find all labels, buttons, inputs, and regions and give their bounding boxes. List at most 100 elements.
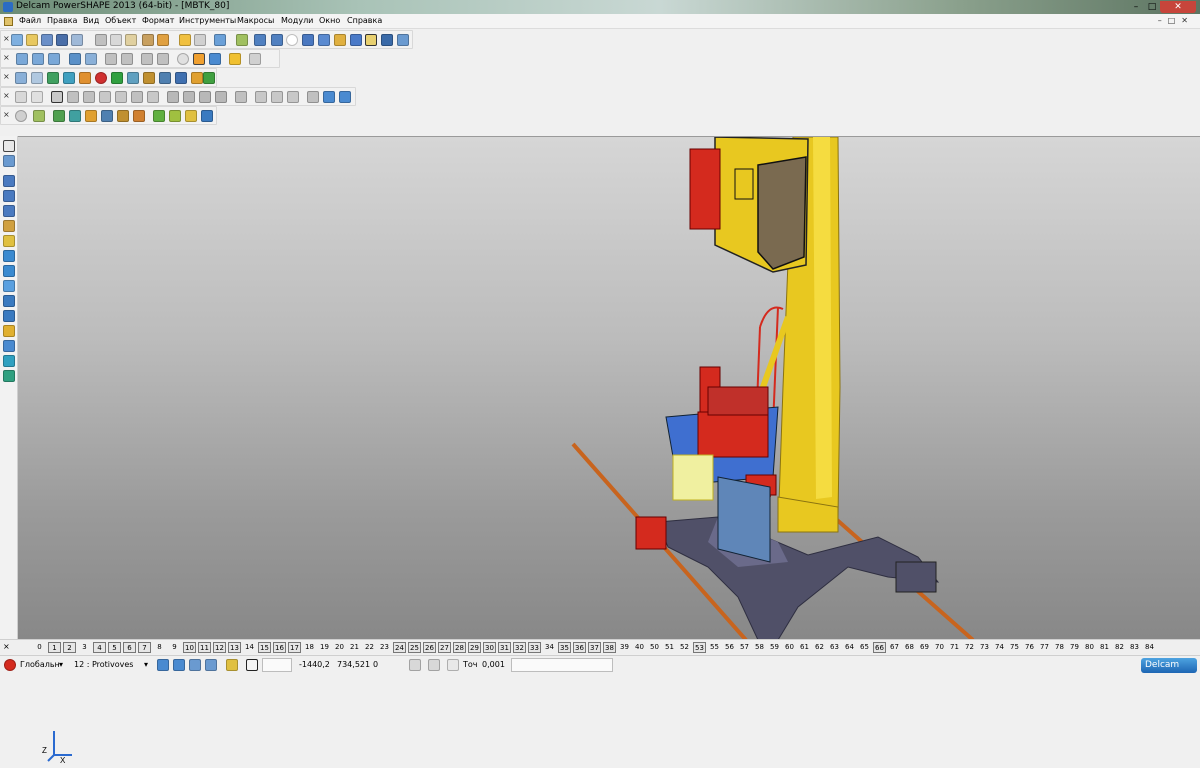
coord-y[interactable]: 734,521: [337, 660, 370, 669]
tolerance-icon[interactable]: [447, 659, 459, 671]
menu-object[interactable]: Объект: [105, 16, 136, 25]
level-3[interactable]: 3: [78, 642, 91, 653]
select-arrow-icon[interactable]: [3, 140, 15, 152]
coord-x[interactable]: -1440,2: [299, 660, 330, 669]
shade-icon[interactable]: [193, 53, 205, 65]
scale-object-icon[interactable]: [3, 220, 15, 232]
crane-model[interactable]: [18, 137, 1200, 640]
surface-network-icon[interactable]: [117, 110, 129, 122]
rotate-icon[interactable]: [177, 53, 189, 65]
extrude-icon[interactable]: [143, 72, 155, 84]
level-72[interactable]: 72: [963, 642, 976, 653]
save-icon[interactable]: [56, 34, 68, 46]
rotate-object-icon[interactable]: [3, 205, 15, 217]
level-68[interactable]: 68: [903, 642, 916, 653]
split-object-icon[interactable]: [3, 310, 15, 322]
level-56[interactable]: 56: [723, 642, 736, 653]
toolbar-grip[interactable]: ×: [3, 91, 10, 100]
level-50[interactable]: 50: [648, 642, 661, 653]
level-53[interactable]: 53: [693, 642, 706, 653]
solid-sphere-icon[interactable]: [115, 91, 127, 103]
pattern-icon[interactable]: [287, 91, 299, 103]
calculator-icon[interactable]: [428, 659, 440, 671]
select-solid-icon[interactable]: [189, 659, 201, 671]
grid-icon[interactable]: [246, 659, 258, 671]
sphere-icon[interactable]: [95, 72, 107, 84]
level-23[interactable]: 23: [378, 642, 391, 653]
solid-cone-icon[interactable]: [99, 91, 111, 103]
arc-icon[interactable]: [271, 34, 283, 46]
level-22[interactable]: 22: [363, 642, 376, 653]
level-6[interactable]: 6: [123, 642, 136, 653]
cut-icon[interactable]: [95, 34, 107, 46]
level-15[interactable]: 15: [258, 642, 271, 653]
limit-object-icon[interactable]: [3, 295, 15, 307]
menu-file[interactable]: Файл: [19, 16, 41, 25]
level-14[interactable]: 14: [243, 642, 256, 653]
close-button[interactable]: ✕: [1160, 1, 1196, 13]
coord-z[interactable]: 0: [373, 660, 378, 669]
view-front-icon[interactable]: [32, 53, 44, 65]
surface-fillet-icon[interactable]: [185, 110, 197, 122]
shell-icon[interactable]: [235, 91, 247, 103]
wireframe-icon[interactable]: [209, 53, 221, 65]
level-36[interactable]: 36: [573, 642, 586, 653]
level-29[interactable]: 29: [468, 642, 481, 653]
level-78[interactable]: 78: [1053, 642, 1066, 653]
level-37[interactable]: 37: [588, 642, 601, 653]
redo-icon[interactable]: [194, 34, 206, 46]
minimize-button[interactable]: –: [1128, 1, 1144, 13]
level-27[interactable]: 27: [438, 642, 451, 653]
select-all-icon[interactable]: [173, 659, 185, 671]
level-80[interactable]: 80: [1083, 642, 1096, 653]
command-input[interactable]: [511, 658, 613, 672]
view-right-icon[interactable]: [48, 53, 60, 65]
level-25[interactable]: 25: [408, 642, 421, 653]
boolean-add-icon[interactable]: [167, 91, 179, 103]
new-icon[interactable]: [11, 34, 23, 46]
import-icon[interactable]: [41, 34, 53, 46]
toolbar-grip[interactable]: ×: [3, 110, 10, 119]
app-icon[interactable]: [3, 2, 13, 12]
revolve-icon[interactable]: [159, 72, 171, 84]
select-surface-icon[interactable]: [205, 659, 217, 671]
workplane-dropdown-icon[interactable]: ▾: [59, 660, 63, 669]
info-object-icon[interactable]: [3, 355, 15, 367]
level-13[interactable]: 13: [228, 642, 241, 653]
level-57[interactable]: 57: [738, 642, 751, 653]
level-26[interactable]: 26: [423, 642, 436, 653]
3d-viewport[interactable]: Z X: [18, 136, 1200, 765]
hand-icon[interactable]: [249, 53, 261, 65]
zoom-in-icon[interactable]: [141, 53, 153, 65]
level-62[interactable]: 62: [813, 642, 826, 653]
menu-window[interactable]: Окно: [319, 16, 340, 25]
level-40[interactable]: 40: [633, 642, 646, 653]
level-16[interactable]: 16: [273, 642, 286, 653]
blank-object-icon[interactable]: [3, 340, 15, 352]
boolean-intersect-icon[interactable]: [199, 91, 211, 103]
menu-help[interactable]: Справка: [347, 16, 382, 25]
delete-icon[interactable]: [157, 34, 169, 46]
level-83[interactable]: 83: [1128, 642, 1141, 653]
menu-macros[interactable]: Макросы: [237, 16, 274, 25]
hole-icon[interactable]: [255, 91, 267, 103]
torus-icon[interactable]: [127, 72, 139, 84]
solid-block-icon[interactable]: [67, 91, 79, 103]
level-63[interactable]: 63: [828, 642, 841, 653]
cylinder-icon[interactable]: [79, 72, 91, 84]
electrode-icon[interactable]: [203, 72, 215, 84]
level-21[interactable]: 21: [348, 642, 361, 653]
level-33[interactable]: 33: [528, 642, 541, 653]
level-9[interactable]: 9: [168, 642, 181, 653]
level-0[interactable]: 0: [33, 642, 46, 653]
view-iso2-icon[interactable]: [85, 53, 97, 65]
level-77[interactable]: 77: [1038, 642, 1051, 653]
level-39[interactable]: 39: [618, 642, 631, 653]
surface-blend-icon[interactable]: [101, 110, 113, 122]
view-iso-icon[interactable]: [69, 53, 81, 65]
export-icon[interactable]: [339, 91, 351, 103]
toolbar-grip[interactable]: ×: [3, 53, 10, 62]
workplane-icon[interactable]: [397, 34, 409, 46]
surface-drive-icon[interactable]: [133, 110, 145, 122]
level-24[interactable]: 24: [393, 642, 406, 653]
